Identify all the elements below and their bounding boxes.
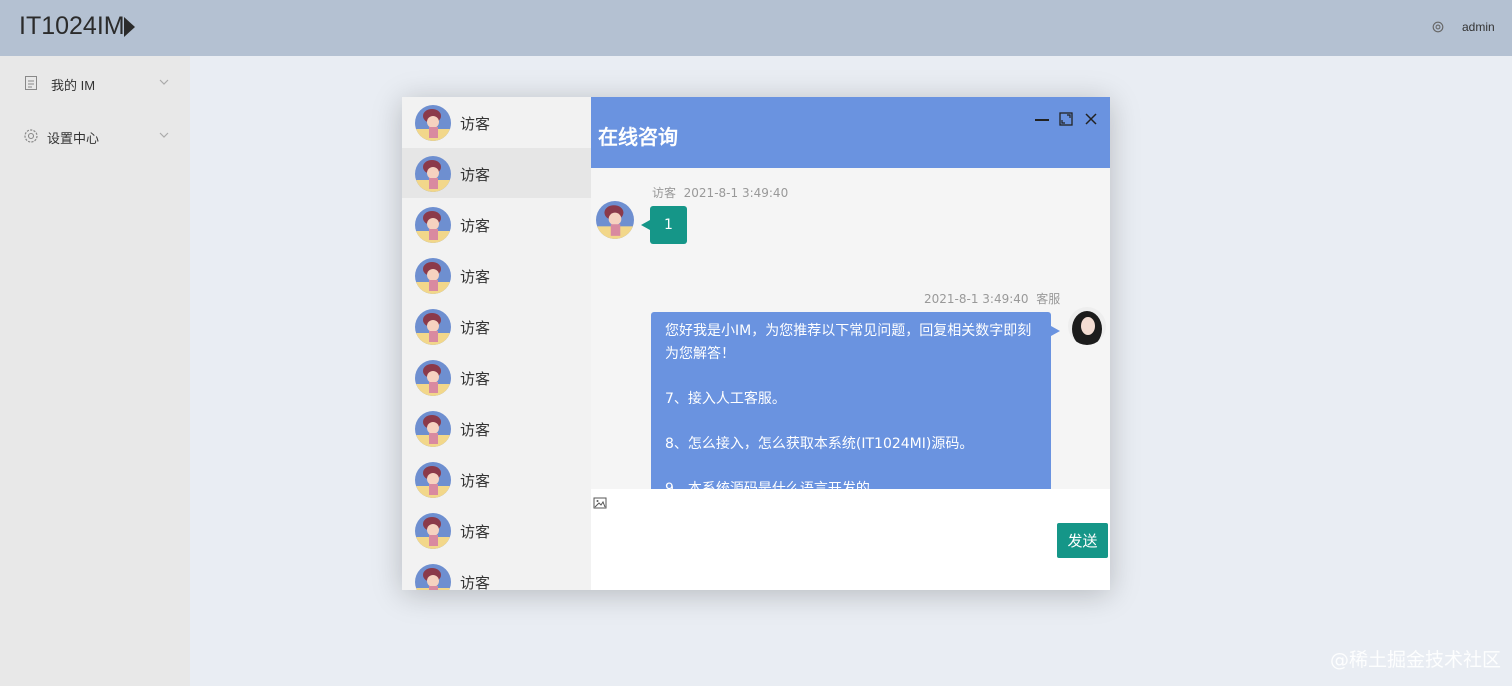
visitor-list-item[interactable]: 访客 — [402, 352, 591, 402]
visitor-name: 访客 — [460, 472, 491, 490]
visitor-avatar — [415, 105, 451, 141]
visitor-avatar — [596, 201, 634, 239]
visitor-name: 访客 — [460, 115, 491, 133]
maximize-icon[interactable] — [1058, 111, 1074, 127]
visitor-list-item[interactable]: 访客 — [402, 301, 591, 351]
sidebar-item-label: 设置中心 — [47, 131, 100, 146]
visitor-name: 访客 — [460, 574, 491, 590]
visitor-list-item[interactable]: 访客 — [402, 199, 591, 249]
sidebar-item-my-im[interactable]: 我的 IM — [0, 63, 190, 103]
message-sender: 客服 — [1036, 292, 1061, 306]
visitor-message-bubble: 1 — [641, 206, 687, 244]
chat-title: 在线咨询 — [598, 125, 678, 149]
message-sender: 访客 — [652, 186, 677, 200]
close-icon[interactable] — [1083, 111, 1099, 127]
bubble-tail — [1051, 326, 1060, 336]
visitor-name: 访客 — [460, 370, 491, 388]
message-meta: 2021-8-1 3:49:40 客服 — [924, 290, 1060, 307]
visitor-name: 访客 — [460, 268, 491, 286]
visitor-name: 访客 — [460, 523, 491, 541]
message-time: 2021-8-1 3:49:40 — [683, 186, 789, 200]
sidebar: 我的 IM 设置中心 — [0, 56, 190, 686]
visitor-avatar — [415, 207, 451, 243]
visitor-list-item[interactable]: 访客 — [402, 505, 591, 555]
send-button[interactable]: 发送 — [1057, 523, 1108, 558]
visitor-avatar — [415, 156, 451, 192]
message-line: 9、本系统源码是什么语言开发的。 — [665, 481, 884, 489]
visitor-list: 访客 访客 访客 访客 访客 访客 访客 访客 访客 访客 — [402, 97, 591, 590]
visitor-name: 访客 — [460, 319, 491, 337]
visitor-avatar — [415, 309, 451, 345]
visitor-list-item[interactable]: 访客 — [402, 97, 591, 147]
visitor-avatar — [415, 564, 451, 590]
minimize-icon[interactable] — [1034, 111, 1050, 127]
message-time: 2021-8-1 3:49:40 — [924, 292, 1029, 306]
chevron-down-icon — [159, 132, 169, 138]
agent-message-bubble: 您好我是小IM，为您推荐以下常见问题，回复相关数字即刻为您解答！ 7、接入人工客… — [651, 312, 1051, 489]
sidebar-toggle-icon[interactable] — [124, 17, 135, 37]
image-upload-icon[interactable] — [593, 496, 607, 510]
visitor-list-item[interactable]: 访客 — [402, 148, 591, 198]
visitor-list-item[interactable]: 访客 — [402, 403, 591, 453]
settings-gear-icon — [24, 129, 38, 143]
app-brand: IT1024IM — [19, 12, 125, 40]
visitor-name: 访客 — [460, 166, 491, 184]
message-line: 您好我是小IM，为您推荐以下常见问题，回复相关数字即刻为您解答！ — [665, 323, 1032, 362]
chat-window: 访客 访客 访客 访客 访客 访客 访客 访客 访客 访客 在线咨询 访客 20… — [402, 97, 1110, 590]
visitor-name: 访客 — [460, 217, 491, 235]
chat-header: 在线咨询 — [591, 97, 1110, 168]
input-area: 发送 — [591, 489, 1110, 590]
visitor-list-item[interactable]: 访客 — [402, 556, 591, 590]
visitor-avatar — [415, 513, 451, 549]
message-area: 访客 2021-8-1 3:49:40 1 2021-8-1 3:49:40 客… — [591, 168, 1110, 489]
agent-avatar — [1068, 307, 1106, 345]
message-line: 7、接入人工客服。 — [665, 391, 786, 407]
current-user[interactable]: admin — [1462, 20, 1495, 34]
document-icon — [25, 76, 37, 90]
settings-gear-icon[interactable] — [1431, 20, 1445, 34]
chevron-down-icon — [159, 79, 169, 85]
message-input[interactable] — [613, 517, 1043, 577]
visitor-list-item[interactable]: 访客 — [402, 454, 591, 504]
visitor-name: 访客 — [460, 421, 491, 439]
visitor-avatar — [415, 411, 451, 447]
visitor-avatar — [415, 462, 451, 498]
message-line: 8、怎么接入，怎么获取本系统(IT1024MI)源码。 — [665, 436, 974, 452]
top-bar: IT1024IM admin — [0, 0, 1512, 56]
sidebar-item-label: 我的 IM — [51, 78, 96, 93]
visitor-avatar — [415, 258, 451, 294]
visitor-list-item[interactable]: 访客 — [402, 250, 591, 300]
message-meta: 访客 2021-8-1 3:49:40 — [652, 184, 788, 201]
visitor-avatar — [415, 360, 451, 396]
sidebar-item-settings[interactable]: 设置中心 — [0, 116, 190, 156]
watermark: @稀土掘金技术社区 — [1330, 649, 1502, 671]
